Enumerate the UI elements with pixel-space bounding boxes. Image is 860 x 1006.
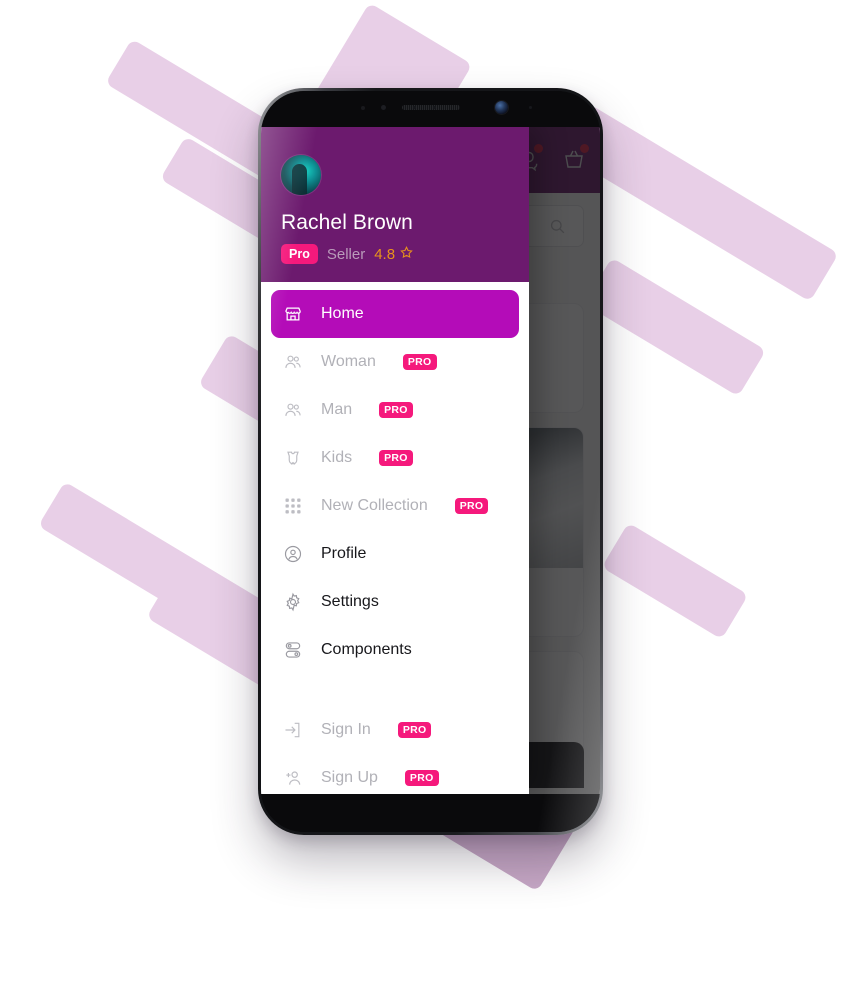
user-name: Rachel Brown [281,211,413,234]
decor-bar-9 [601,522,749,640]
decor-bar-5 [583,257,767,397]
menu-item-label: Components [321,641,412,658]
front-camera-lens-icon [495,101,508,114]
drawer-menu: Home Woman PRO Man PRO Kids PRO New Coll… [261,282,529,794]
toggles-icon [283,640,303,660]
gear-icon [283,592,303,612]
sensor-icon [381,105,386,110]
navigation-drawer: Rachel Brown Pro Seller 4.8 Home Woman P… [261,127,529,794]
menu-item-home[interactable]: Home [271,290,519,338]
menu-item-profile[interactable]: Profile [271,530,519,578]
sensor-icon [413,106,416,109]
grid-dots-icon [283,496,303,516]
menu-item-new-collection[interactable]: New Collection PRO [271,482,519,530]
menu-item-label: Man [321,401,353,418]
menu-item-label: Woman [321,353,376,370]
pro-badge: Pro [281,244,318,264]
menu-item-label: Kids [321,449,353,466]
sensor-icon [433,106,436,109]
drawer-header: Rachel Brown Pro Seller 4.8 [261,127,529,282]
pro-tag: PRO [402,354,437,370]
menu-item-sign-up[interactable]: Sign Up PRO [271,754,519,794]
pro-tag: PRO [379,402,413,418]
pro-tag: PRO [404,770,439,786]
menu-item-label: Sign Up [321,769,378,786]
pro-tag: PRO [397,722,432,738]
avatar-photo-detail [292,164,307,195]
user-rating: 4.8 [374,245,414,264]
phone-bottom-bezel [261,794,600,832]
avatar[interactable] [281,155,321,195]
menu-item-label: Settings [321,593,379,610]
sensor-icon [361,106,365,110]
user-role-label: Seller [326,245,366,263]
phone-screen-frame: Deals Cupcakes Terry The Internet of Thi… [261,91,600,832]
person-plus-icon [283,768,303,788]
menu-item-settings[interactable]: Settings [271,578,519,626]
menu-item-woman[interactable]: Woman PRO [271,338,519,386]
menu-item-kids[interactable]: Kids PRO [271,434,519,482]
user-meta: Pro Seller 4.8 [281,244,509,264]
menu-item-label: Sign In [321,721,371,738]
menu-item-label: New Collection [321,497,428,514]
pro-tag: PRO [379,450,413,466]
phone-device: Deals Cupcakes Terry The Internet of Thi… [258,88,603,835]
baby-onesie-icon [283,448,303,468]
login-arrow-icon [283,720,303,740]
menu-item-sign-in[interactable]: Sign In PRO [271,706,519,754]
people-icon [283,352,303,372]
menu-item-components[interactable]: Components [271,626,519,674]
people-icon [283,400,303,420]
speaker-grille-icon [401,105,460,110]
phone-top-bezel [261,91,600,127]
person-circle-icon [283,544,303,564]
star-outline-icon [399,245,414,264]
menu-item-man[interactable]: Man PRO [271,386,519,434]
menu-item-label: Home [321,305,364,322]
rating-value: 4.8 [374,245,396,263]
sensor-icon [529,106,532,109]
menu-spacer [261,674,529,706]
shop-icon [283,304,303,324]
pro-tag: PRO [454,498,489,514]
menu-item-label: Profile [321,545,367,562]
app-screen: Deals Cupcakes Terry The Internet of Thi… [261,127,600,794]
screenshot-canvas: Deals Cupcakes Terry The Internet of Thi… [0,0,860,1006]
